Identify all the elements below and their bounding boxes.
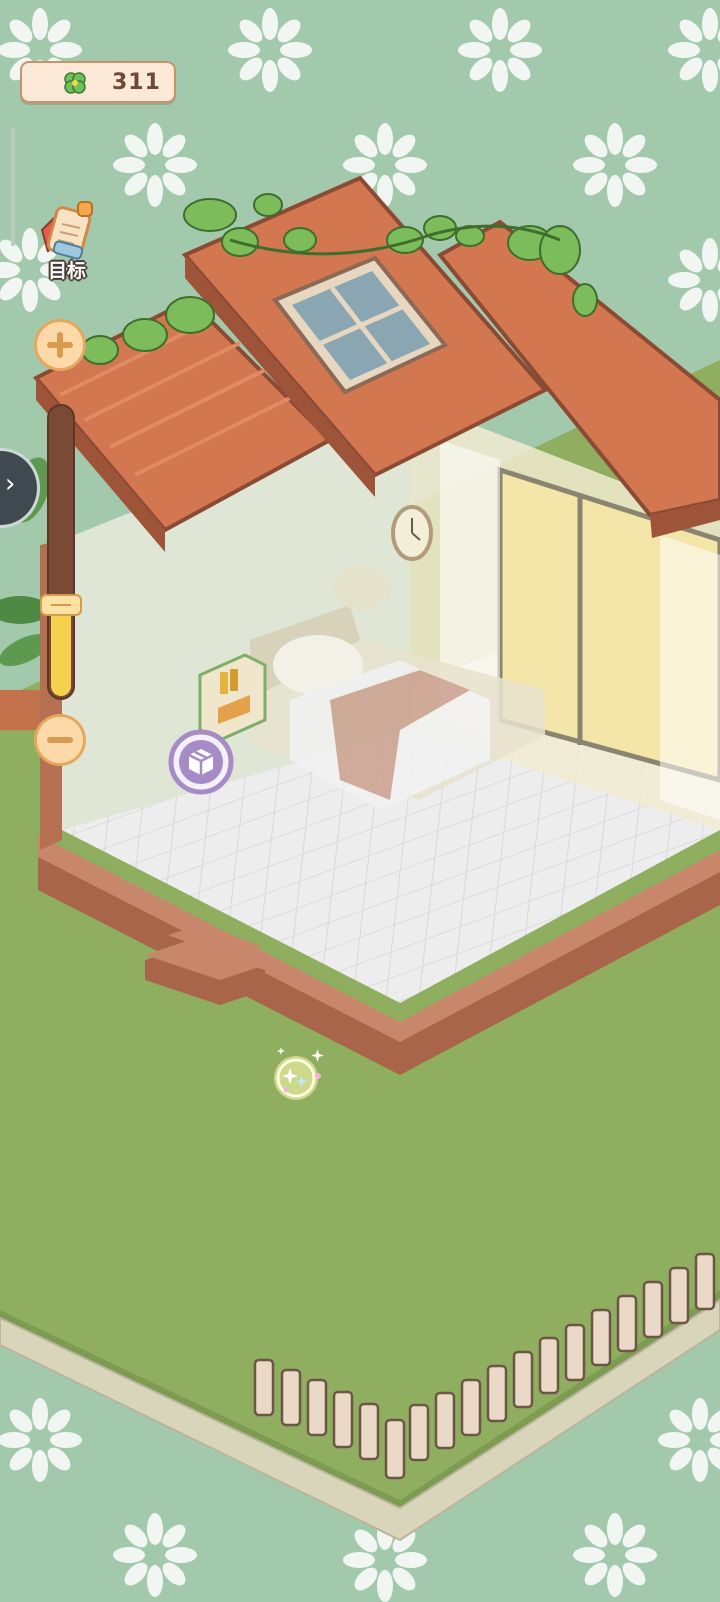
currency-amount: 311 — [112, 69, 161, 95]
minus-icon — [47, 737, 73, 743]
quest-scroll-icon — [40, 201, 93, 260]
goal-button[interactable]: 目标 — [34, 200, 100, 286]
plus-icon — [47, 332, 73, 358]
zoom-slider-fill — [51, 603, 71, 696]
wall-clock[interactable] — [391, 505, 433, 561]
zoom-out-button[interactable] — [34, 714, 86, 766]
goal-label: 目标 — [47, 260, 86, 282]
clover-currency-counter[interactable]: 311 — [20, 61, 176, 103]
four-leaf-clover-icon — [64, 72, 86, 94]
game-stage[interactable]: 311 目标 › — [0, 0, 720, 1602]
sparkle-icon[interactable] — [266, 1044, 330, 1106]
zoom-slider-handle[interactable] — [40, 594, 82, 616]
storage-box-button[interactable] — [168, 729, 234, 795]
room-scene[interactable] — [0, 0, 720, 1602]
chevron-right-icon: › — [5, 469, 16, 499]
side-scroll-indicator — [11, 128, 15, 246]
zoom-slider[interactable] — [47, 404, 75, 700]
zoom-in-button[interactable] — [34, 319, 86, 371]
